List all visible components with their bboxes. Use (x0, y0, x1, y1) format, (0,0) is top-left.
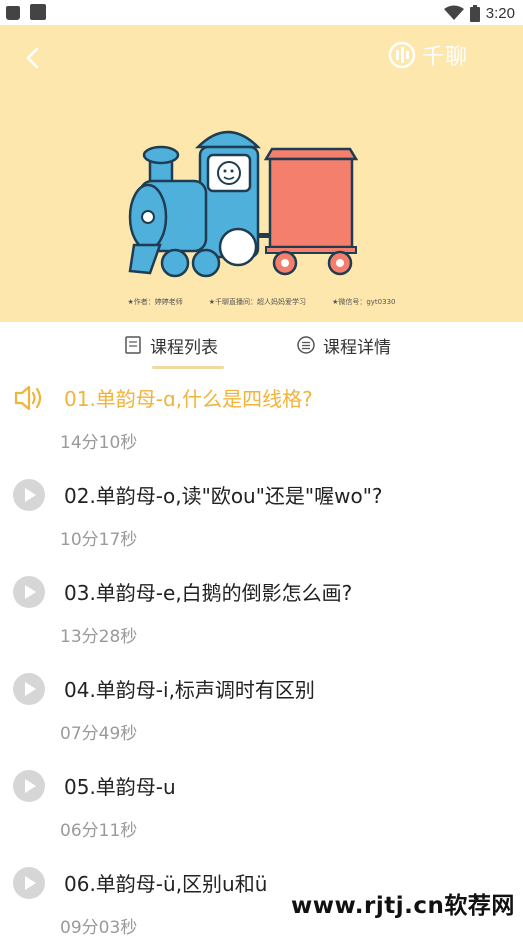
course-banner: 千聊 ★作者：婷婷老师 ★千聊直播间：超人妈妈爱学习 ★微信号：gyt0330 (0, 25, 523, 322)
lesson-item[interactable]: 02.单韵母-o,读"欧ou"还是"喔wo"? 10分17秒 (0, 469, 523, 566)
tab-course-list-label: 课程列表 (150, 337, 218, 358)
credit-wechat: ★微信号：gyt0330 (332, 298, 396, 306)
active-tab-indicator (152, 366, 224, 369)
banner-credits: ★作者：婷婷老师 ★千聊直播间：超人妈妈爱学习 ★微信号：gyt0330 (0, 297, 523, 307)
lesson-title: 05.单韵母-u (64, 775, 176, 799)
course-tabs: 课程列表 课程详情 (0, 322, 523, 372)
play-icon[interactable] (13, 770, 45, 802)
lesson-duration: 10分17秒 (60, 530, 138, 550)
credit-author: ★作者：婷婷老师 (127, 298, 183, 306)
site-watermark: www.rjtj.cn软荐网 (289, 886, 517, 920)
play-icon[interactable] (13, 576, 45, 608)
tab-course-list[interactable]: 课程列表 (124, 330, 218, 360)
lesson-duration: 13分28秒 (60, 627, 138, 647)
play-icon[interactable] (13, 867, 45, 899)
lesson-item[interactable]: 03.单韵母-e,白鹅的倒影怎么画? 13分28秒 (0, 566, 523, 663)
brand-name: 千聊 (422, 45, 469, 70)
lesson-item[interactable]: 04.单韵母-i,标声调时有区别 07分49秒 (0, 663, 523, 760)
wifi-icon (443, 5, 464, 20)
brand-logo: 千聊 (388, 39, 468, 71)
list-icon (297, 336, 315, 354)
lesson-title: 06.单韵母-ü,区别u和ü (64, 872, 268, 896)
speaker-icon (14, 385, 42, 411)
tab-course-detail[interactable]: 课程详情 (297, 330, 391, 360)
brand-logo-icon (388, 41, 416, 69)
lesson-duration: 14分10秒 (60, 433, 138, 453)
train-illustration (128, 130, 359, 278)
status-bar: 3:20 (0, 0, 523, 25)
tab-course-detail-label: 课程详情 (323, 337, 391, 358)
lesson-duration: 06分11秒 (60, 821, 138, 841)
lesson-item[interactable]: 05.单韵母-u 06分11秒 (0, 760, 523, 857)
notification-icon (30, 4, 46, 20)
lesson-title: 02.单韵母-o,读"欧ou"还是"喔wo"? (64, 484, 383, 508)
play-icon[interactable] (13, 479, 45, 511)
lesson-duration: 09分03秒 (60, 918, 138, 938)
battery-icon (469, 4, 480, 22)
shopping-bag-icon (6, 6, 20, 20)
play-icon[interactable] (13, 673, 45, 705)
back-icon[interactable] (18, 43, 48, 73)
book-icon (125, 336, 141, 354)
lesson-title: 01.单韵母-ɑ,什么是四线格? (64, 387, 313, 411)
lesson-list: 01.单韵母-ɑ,什么是四线格? 14分10秒 02.单韵母-o,读"欧ou"还… (0, 372, 523, 947)
lesson-item[interactable]: 01.单韵母-ɑ,什么是四线格? 14分10秒 (0, 372, 523, 469)
lesson-duration: 07分49秒 (60, 724, 138, 744)
credit-live-room: ★千聊直播间：超人妈妈爱学习 (208, 298, 307, 306)
clock: 3:20 (485, 4, 515, 22)
lesson-title: 04.单韵母-i,标声调时有区别 (64, 678, 315, 702)
lesson-title: 03.单韵母-e,白鹅的倒影怎么画? (64, 581, 353, 605)
